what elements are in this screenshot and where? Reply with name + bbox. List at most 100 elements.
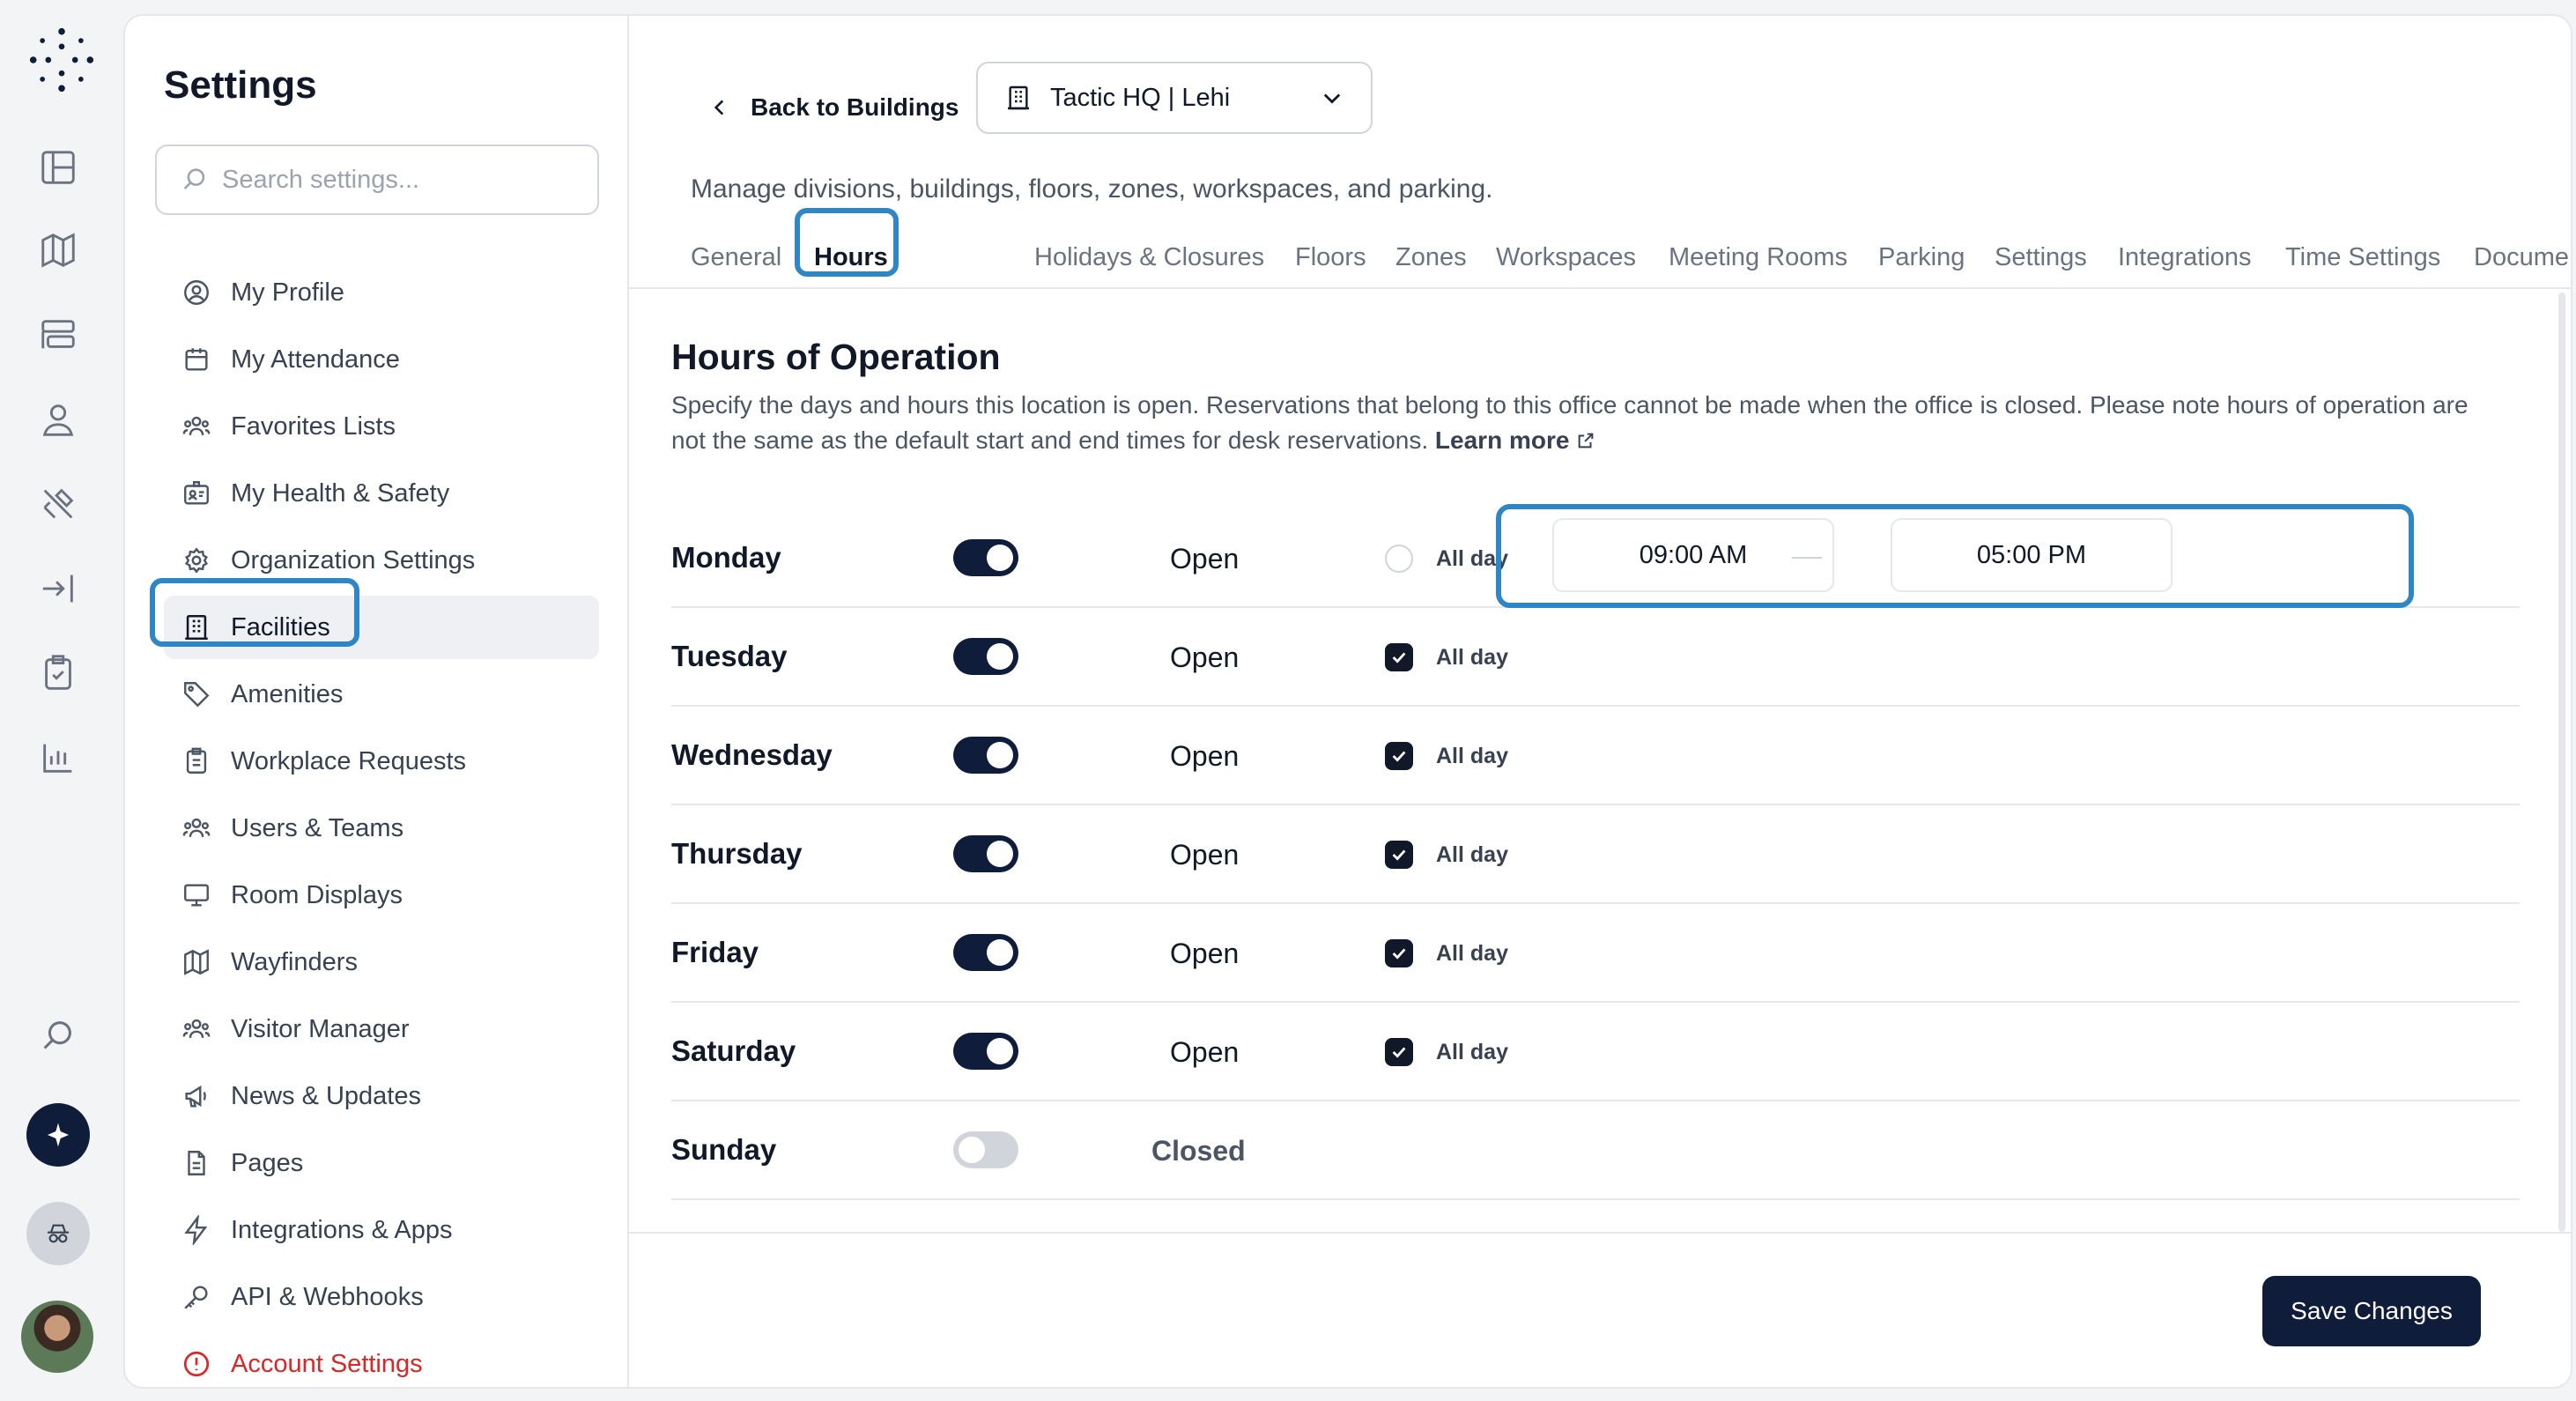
back-label: Back to Buildings xyxy=(751,93,959,121)
search-box[interactable] xyxy=(155,145,599,215)
page-subtitle: Manage divisions, buildings, floors, zon… xyxy=(691,174,1493,204)
sidebar-item-label: My Health & Safety xyxy=(231,478,450,508)
sidebar-item-label: My Attendance xyxy=(231,345,400,374)
sidebar-item-news-updates[interactable]: News & Updates xyxy=(164,1064,599,1128)
megaphone-icon xyxy=(181,1081,211,1111)
chevron-down-icon xyxy=(1323,93,1341,104)
learn-more-link[interactable]: Learn more xyxy=(1435,426,1595,454)
sidebar-item-pages[interactable]: Pages xyxy=(164,1131,599,1195)
start-time-input[interactable]: 09:00 AM xyxy=(1552,518,1834,592)
footer-divider xyxy=(629,1232,2571,1234)
sidebar-item-favorites-lists[interactable]: Favorites Lists xyxy=(164,395,599,458)
clipboard-icon xyxy=(181,746,211,776)
person-icon[interactable] xyxy=(33,395,83,444)
search-icon xyxy=(183,168,205,189)
sidebar-item-my-attendance[interactable]: My Attendance xyxy=(164,328,599,391)
sidebar-item-label: Users & Teams xyxy=(231,813,404,842)
all-day-checkbox[interactable] xyxy=(1385,643,1413,671)
sparkle-icon xyxy=(48,1123,69,1147)
sidebar-item-label: Favorites Lists xyxy=(231,411,396,441)
tab-parking[interactable]: Parking xyxy=(1878,243,1965,272)
sidebar-item-facilities[interactable]: Facilities xyxy=(164,596,599,659)
tab-integrations[interactable]: Integrations xyxy=(2118,243,2252,272)
day-toggle[interactable] xyxy=(953,835,1018,872)
sidebar-item-label: Integrations & Apps xyxy=(231,1215,453,1244)
building-icon xyxy=(181,612,211,642)
check-icon xyxy=(1392,1047,1406,1058)
tab-workspaces[interactable]: Workspaces xyxy=(1496,243,1636,272)
section-title: Hours of Operation xyxy=(671,337,1001,377)
sidebar-item-room-displays[interactable]: Room Displays xyxy=(164,864,599,927)
day-status: Open xyxy=(1170,641,1240,673)
sidebar-item-label: My Profile xyxy=(231,278,344,307)
all-day-checkbox[interactable] xyxy=(1385,939,1413,967)
back-to-buildings-link[interactable]: Back to Buildings xyxy=(708,93,959,122)
check-in-icon[interactable] xyxy=(33,564,83,613)
user-circle-icon xyxy=(181,278,211,308)
desk-icon[interactable] xyxy=(33,310,83,360)
sidebar-item-account-settings[interactable]: Account Settings xyxy=(164,1332,599,1387)
building-select[interactable]: Tactic HQ | Lehi xyxy=(976,62,1373,134)
sidebar-item-label: Visitor Manager xyxy=(231,1014,410,1043)
section-description: Specify the days and hours this location… xyxy=(671,388,2486,458)
sidebar-item-workplace-requests[interactable]: Workplace Requests xyxy=(164,730,599,793)
incognito-icon[interactable] xyxy=(26,1202,90,1265)
tab-floors[interactable]: Floors xyxy=(1295,243,1366,272)
day-toggle[interactable] xyxy=(953,934,1018,971)
all-day-checkbox[interactable] xyxy=(1385,742,1413,770)
tab-documents[interactable]: Documents xyxy=(2474,243,2571,272)
all-day-label: All day xyxy=(1436,941,1508,966)
tab-meeting-rooms[interactable]: Meeting Rooms xyxy=(1669,243,1847,272)
all-day-checkbox[interactable] xyxy=(1385,841,1413,869)
day-status: Open xyxy=(1170,938,1240,969)
day-toggle[interactable] xyxy=(953,1131,1018,1168)
app-logo-icon[interactable] xyxy=(28,26,95,93)
save-changes-button[interactable]: Save Changes xyxy=(2262,1276,2481,1346)
app-rail xyxy=(0,0,123,1401)
all-day-checkbox[interactable] xyxy=(1385,1038,1413,1066)
sidebar-item-integrations-apps[interactable]: Integrations & Apps xyxy=(164,1198,599,1262)
floorplan-icon[interactable] xyxy=(33,143,83,192)
day-label: Tuesday xyxy=(671,640,788,672)
sidebar-item-api-webhooks[interactable]: API & Webhooks xyxy=(164,1265,599,1329)
analytics-icon[interactable] xyxy=(33,733,83,782)
map-icon[interactable] xyxy=(33,226,83,275)
day-label: Sunday xyxy=(671,1133,777,1166)
all-day-label: All day xyxy=(1436,842,1508,867)
sidebar-item-amenities[interactable]: Amenities xyxy=(164,663,599,726)
tab-settings[interactable]: Settings xyxy=(1995,243,2087,272)
sidebar-item-wayfinders[interactable]: Wayfinders xyxy=(164,930,599,994)
settings-sidebar: Settings My Profile My Attendance Favori… xyxy=(125,16,629,1387)
tab-general[interactable]: General xyxy=(691,243,781,272)
end-time-input[interactable]: 05:00 PM xyxy=(1891,518,2173,592)
sidebar-item-my-profile[interactable]: My Profile xyxy=(164,261,599,324)
search-input[interactable] xyxy=(222,165,592,195)
sidebar-item-health-safety[interactable]: My Health & Safety xyxy=(164,462,599,525)
day-toggle[interactable] xyxy=(953,737,1018,774)
sidebar-item-label: Pages xyxy=(231,1148,304,1177)
sidebar-item-users-teams[interactable]: Users & Teams xyxy=(164,797,599,860)
ai-assistant-button[interactable] xyxy=(26,1103,90,1167)
all-day-checkbox[interactable] xyxy=(1385,545,1413,573)
sidebar-item-visitor-manager[interactable]: Visitor Manager xyxy=(164,997,599,1061)
day-label: Wednesday xyxy=(671,738,833,771)
sidebar-item-organization-settings[interactable]: Organization Settings xyxy=(164,529,599,592)
building-icon xyxy=(1008,85,1029,110)
external-link-icon xyxy=(1578,433,1594,448)
day-toggle[interactable] xyxy=(953,1033,1018,1070)
users-group-icon xyxy=(181,411,211,441)
search-icon[interactable] xyxy=(33,1012,83,1061)
scrollbar[interactable] xyxy=(2558,293,2565,1232)
users-group-icon xyxy=(181,1014,211,1044)
day-toggle[interactable] xyxy=(953,638,1018,675)
document-icon xyxy=(181,1148,211,1178)
tab-zones[interactable]: Zones xyxy=(1395,243,1467,272)
day-status: Open xyxy=(1170,543,1240,574)
tab-holidays-closures[interactable]: Holidays & Closures xyxy=(1034,243,1264,272)
clipboard-check-icon[interactable] xyxy=(33,649,83,698)
user-avatar[interactable] xyxy=(21,1301,93,1373)
tab-time-settings[interactable]: Time Settings xyxy=(2285,243,2440,272)
day-toggle[interactable] xyxy=(953,539,1018,576)
tools-icon[interactable] xyxy=(33,479,83,529)
tab-hours[interactable]: Hours xyxy=(814,243,888,272)
